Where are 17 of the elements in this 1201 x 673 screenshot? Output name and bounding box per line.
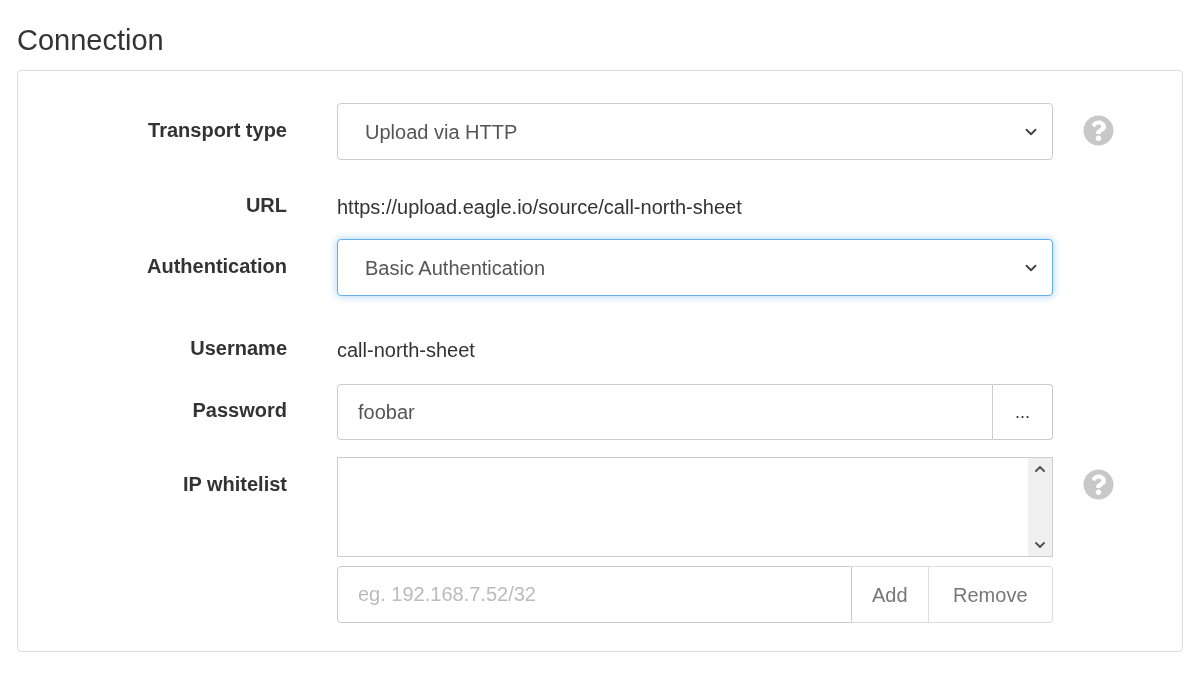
dropdown-select[interactable]: Upload via HTTP <box>337 103 1053 160</box>
field-value: call-north-sheet <box>337 337 475 363</box>
field-label: Password <box>192 398 287 423</box>
list-action-button[interactable]: Add <box>852 566 929 623</box>
reveal-button[interactable]: ... <box>993 384 1053 440</box>
field-label: IP whitelist <box>182 472 287 497</box>
scrollbar[interactable] <box>1028 458 1052 556</box>
field-label: Transport type <box>148 118 287 143</box>
password-field[interactable]: foobar <box>337 384 993 440</box>
list-action-button[interactable]: Remove <box>928 566 1053 623</box>
field-value: https://upload.eagle.io/source/call-north-sheet <box>337 194 742 220</box>
field-label: Authentication <box>147 254 287 279</box>
dropdown-select[interactable]: Basic Authentication <box>337 239 1053 296</box>
ip-input-field[interactable]: eg. 192.168.7.52/32 <box>337 566 852 623</box>
field-label: URL <box>245 193 287 218</box>
field-label: Username <box>190 336 287 361</box>
section-title: Connection <box>17 23 165 58</box>
